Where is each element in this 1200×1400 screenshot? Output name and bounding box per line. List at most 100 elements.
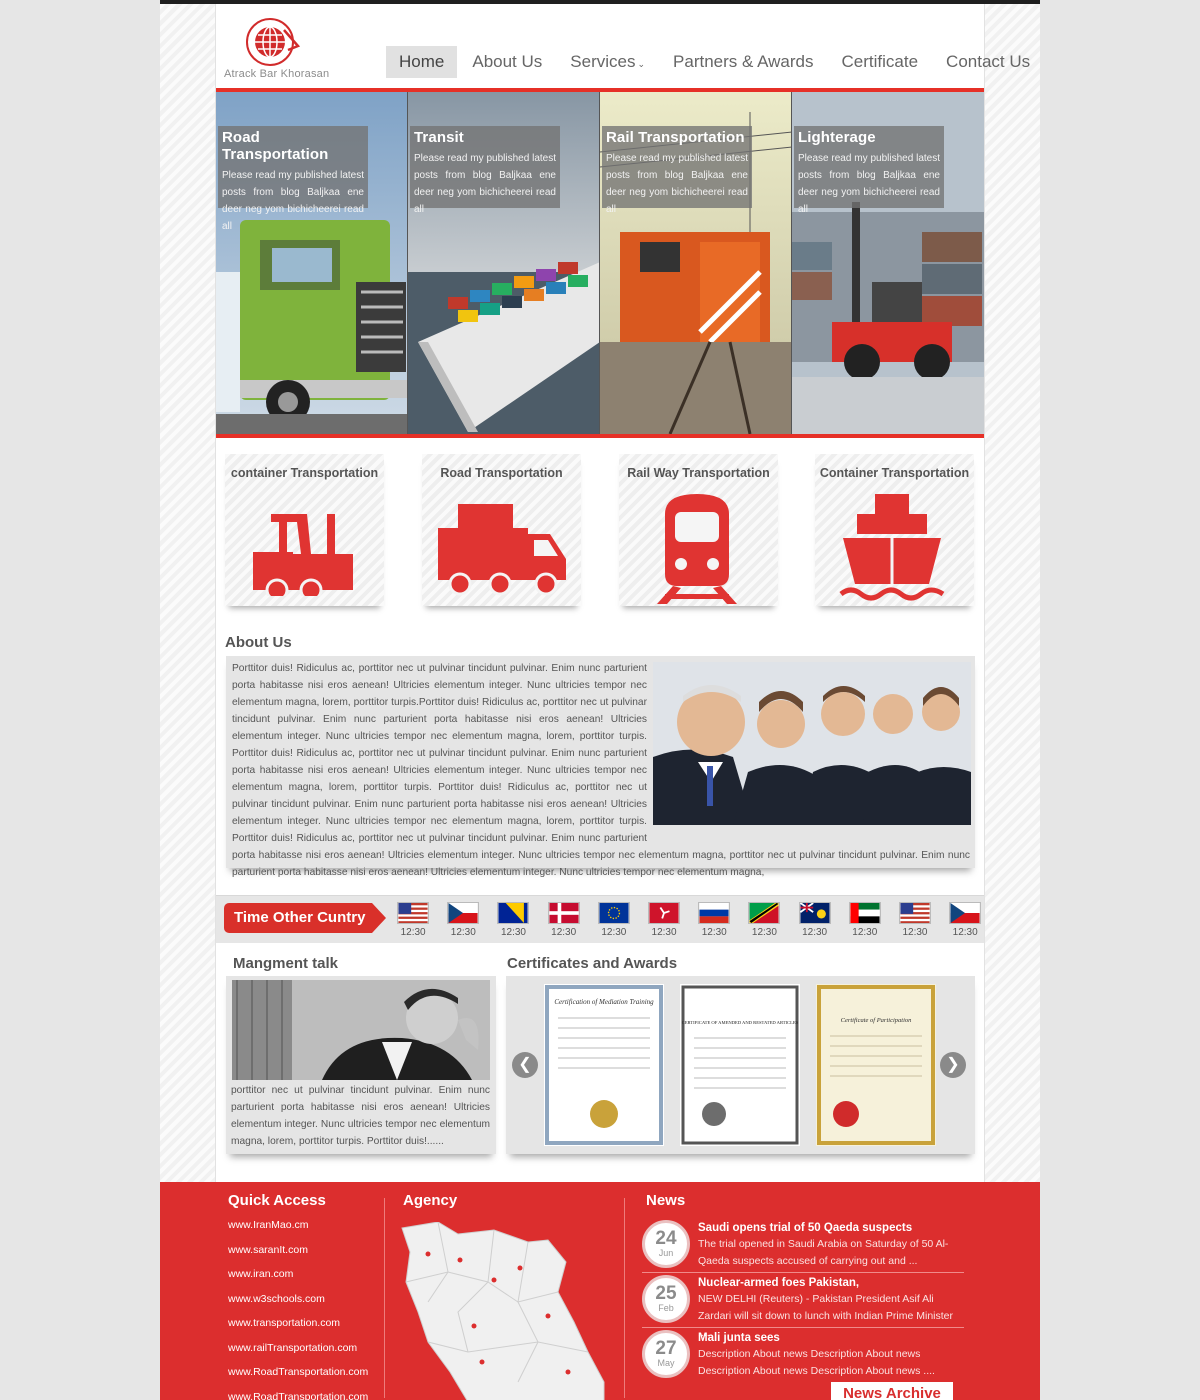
service-title: container Transportation [230,466,379,480]
footer-divider [384,1198,385,1398]
flag-time: 12:30 [852,927,878,938]
slide-rail[interactable]: Rail Transportation Please read my publi… [600,92,792,434]
hero-slider: Road Transportation Please read my publi… [216,92,984,434]
news-month: May [657,1358,675,1368]
quick-link[interactable]: www.IranMao.cm [228,1218,368,1243]
flag-time: 12:30 [500,927,526,938]
flag-item[interactable]: 12:30 [488,902,538,938]
flag-item[interactable]: 12:30 [539,902,589,938]
news-item[interactable]: 25 Feb Nuclear-armed foes Pakistan, NEW D… [642,1273,964,1339]
bosnia-flag-icon [497,902,530,924]
slide-title: Transit [414,129,464,146]
team-photo [653,662,971,825]
flag-time: 12:30 [651,927,677,938]
quick-link[interactable]: www.RoadTransportation.com [228,1390,368,1400]
quick-link[interactable]: www.saranIt.com [228,1243,368,1268]
about-section: Porttitor duis! Ridiculus ac, porttitor … [226,656,975,878]
carousel-prev-button[interactable]: ❮ [512,1052,538,1078]
quick-link[interactable]: www.transportation.com [228,1316,368,1341]
flag-list: 12:30 12:30 12:30 12:30 12:30 12:30 12:3… [388,902,990,938]
slide-text: Please read my published latest posts fr… [606,153,748,215]
flag-item[interactable]: 12:30 [739,902,789,938]
service-card-container-ship[interactable]: Container Transportation [815,454,974,606]
logo[interactable]: Atrack Bar Khorasan [224,14,334,82]
nav-about-us[interactable]: About Us [459,46,555,78]
flag-item[interactable]: 12:30 [438,902,488,938]
uae-flag-icon [848,902,881,924]
quick-link[interactable]: www.iran.com [228,1267,368,1292]
chevron-right-icon: ❯ [946,1056,960,1073]
flag-time: 12:30 [751,927,777,938]
nav-contact-us[interactable]: Contact Us [933,46,1043,78]
denmark-flag-icon [547,902,580,924]
slide-caption: Lighterage Please read my published late… [794,126,944,215]
nav-partners-awards[interactable]: Partners & Awards [660,46,826,78]
slide-transit[interactable]: Transit Please read my published latest … [408,92,600,434]
certificate-image[interactable]: Certification of Mediation Training [544,984,664,1146]
brand-name: Atrack Bar Khorasan [224,68,330,80]
agency-map[interactable] [398,1222,608,1400]
news-item[interactable]: 27 May Mali junta sees Description About … [642,1328,964,1383]
flag-time: 12:30 [450,927,476,938]
slide-text: Please read my published latest posts fr… [798,153,940,215]
slide-caption: Road Transportation Please read my publi… [218,126,368,232]
footer-divider [624,1198,625,1398]
quick-access-links: www.IranMao.cm www.saranIt.com www.iran.… [228,1218,368,1400]
right-stripe [984,4,1040,1182]
flag-time: 12:30 [802,927,828,938]
nav-certificate[interactable]: Certificate [829,46,932,78]
flag-item[interactable]: 12:30 [940,902,990,938]
slider-divider [216,434,984,438]
slide-text: Please read my published latest posts fr… [414,153,556,215]
service-card-railway[interactable]: Rail Way Transportation [619,454,778,606]
saint-kitts-flag-icon [748,902,781,924]
news-month: Feb [658,1303,674,1313]
footer: Quick Access www.IranMao.cm www.saranIt.… [160,1182,1040,1400]
chevron-left-icon: ❮ [518,1056,532,1073]
slide-title: Road Transportation [222,129,329,163]
flag-item[interactable]: 12:30 [589,902,639,938]
management-text: porttitor nec ut pulvinar tincidunt pulv… [231,1085,490,1147]
nav-services[interactable]: Services ⌄ [557,46,658,78]
carousel-next-button[interactable]: ❯ [940,1052,966,1078]
russia-flag-icon [698,902,731,924]
news-month: Jun [658,1248,674,1258]
service-title: Rail Way Transportation [627,466,770,480]
flag-item[interactable]: 12:30 [790,902,840,938]
globe-logo-icon [246,18,300,66]
flag-item[interactable]: 12:30 [388,902,438,938]
nav-home[interactable]: Home [386,46,458,78]
news-item[interactable]: 24 Jun Saudi opens trial of 50 Qaeda susp… [642,1218,964,1273]
management-section: porttitor nec ut pulvinar tincidunt pulv… [226,976,496,1154]
news-day: 27 [655,1338,677,1359]
news-date-badge: 25 Feb [642,1275,690,1323]
forklift-icon [253,514,353,596]
left-stripe [160,4,216,1182]
flag-item[interactable]: 12:30 [689,902,739,938]
service-title: Road Transportation [440,466,563,480]
flag-item[interactable]: 12:30 [639,902,689,938]
czech-flag-icon [949,902,982,924]
ship-icon [839,494,945,601]
certificate-title: Certificate of Participation [841,1017,912,1024]
quick-link[interactable]: www.RoadTransportation.com [228,1365,368,1390]
news-archive-button[interactable]: News Archive [831,1382,953,1400]
quick-link[interactable]: www.w3schools.com [228,1292,368,1317]
certificate-image[interactable]: Certificate of Participation [816,984,936,1146]
time-bar-label: Time Other Cuntry [224,903,386,933]
service-card-container[interactable]: container Transportation [225,454,384,606]
news-description: Description About news Description About… [698,1348,935,1377]
news-title: Nuclear-armed foes Pakistan, [698,1277,860,1289]
slide-road[interactable]: Road Transportation Please read my publi… [216,92,408,434]
service-card-road[interactable]: Road Transportation [422,454,581,606]
agency-heading: Agency [403,1192,458,1209]
flag-item[interactable]: 12:30 [890,902,940,938]
slide-lighterage[interactable]: Lighterage Please read my published late… [792,92,984,434]
news-date-badge: 24 Jun [642,1220,690,1268]
certificate-image[interactable]: CERTIFICATE OF AMENDED AND RESTATED ARTI… [680,984,800,1146]
slide-title: Rail Transportation [606,129,745,146]
about-text-block: Porttitor duis! Ridiculus ac, porttitor … [232,660,971,881]
management-heading: Mangment talk [233,955,339,972]
quick-link[interactable]: www.railTransportation.com [228,1341,368,1366]
flag-item[interactable]: 12:30 [840,902,890,938]
